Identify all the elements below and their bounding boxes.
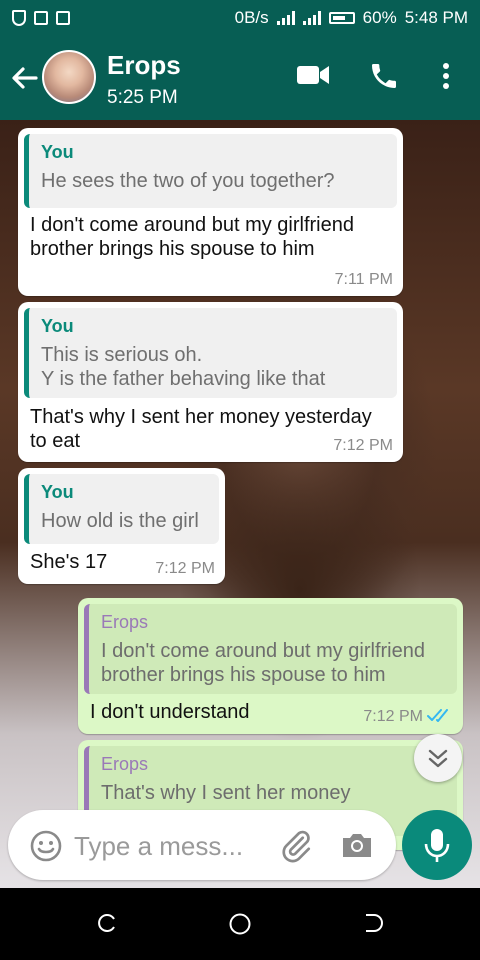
chat-area[interactable]: You He sees the two of you together? I d… [0,120,480,888]
phone-call-icon[interactable] [368,60,400,92]
voice-record-button[interactable] [402,810,472,880]
quoted-message[interactable]: You He sees the two of you together? [24,134,397,208]
emoji-icon[interactable] [30,830,62,862]
message-text: I don't understand [90,701,250,723]
message-text: I don't come around but my girlfriend br… [30,214,354,260]
message-time: 7:11 PM [334,271,393,288]
quote-text: That's why I sent her money [101,782,351,804]
more-options-icon[interactable] [438,60,454,92]
video-call-icon[interactable] [296,62,330,88]
message-time: 7:12 PM [363,708,423,725]
clock: 5:48 PM [404,8,468,27]
read-ticks-icon [427,709,453,723]
image-icon [34,11,48,25]
quote-author: Erops [101,754,149,774]
message-bubble-outgoing[interactable]: Erops I don't come around but my girlfri… [78,598,463,734]
contact-name[interactable]: Erops [107,50,181,81]
last-seen: 5:25 PM [107,87,178,108]
quote-text: He sees the two of you together? [41,170,335,192]
message-text: She's 17 [30,551,108,573]
quoted-message[interactable]: You This is serious oh. Y is the father … [24,308,397,398]
message-time: 7:12 PM [333,437,393,454]
chat-header: Erops 5:25 PM [0,36,480,120]
status-bar: 0B/s 60% 5:48 PM [0,0,480,36]
wifi-signal-icon [276,11,295,25]
quote-author: You [41,316,74,336]
message-time: 7:12 PM [155,560,215,577]
recents-icon[interactable] [96,912,118,939]
microphone-icon [424,829,450,862]
attach-icon[interactable] [278,828,314,864]
system-nav-bar [0,888,480,960]
cell-signal-icon [302,11,321,25]
double-chevron-down-icon [428,749,448,768]
battery-icon [328,12,355,24]
quoted-message[interactable]: You How old is the girl [24,474,219,544]
back-nav-icon[interactable] [362,912,384,939]
quote-author: You [41,482,74,502]
scroll-to-bottom-button[interactable] [414,734,462,782]
battery-saver-icon [56,11,70,25]
message-composer [8,810,396,880]
message-bubble[interactable]: You He sees the two of you together? I d… [18,128,403,296]
shield-icon [12,10,26,26]
message-bubble[interactable]: You How old is the girl She's 17 7:12 PM [18,468,225,584]
back-arrow-icon[interactable] [10,64,38,98]
quote-author: Erops [101,612,149,632]
avatar[interactable] [42,50,96,104]
quote-author: You [41,142,74,162]
quote-text: I don't come around but my girlfriend br… [101,640,425,686]
quote-text: This is serious oh. Y is the father beha… [41,344,326,390]
message-bubble[interactable]: You This is serious oh. Y is the father … [18,302,403,462]
message-input[interactable] [72,828,276,864]
message-text: That's why I sent her money yesterday to… [30,406,372,452]
quoted-message[interactable]: Erops I don't come around but my girlfri… [84,604,457,694]
home-icon[interactable] [228,912,252,941]
quote-text: How old is the girl [41,510,199,532]
net-speed: 0B/s [234,8,269,27]
battery-percent: 60% [362,8,397,27]
camera-icon[interactable] [340,830,374,860]
